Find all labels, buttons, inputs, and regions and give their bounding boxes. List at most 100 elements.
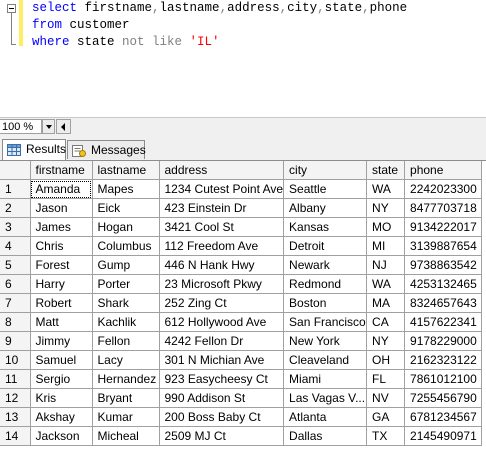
- cell-firstname[interactable]: Amanda: [30, 179, 93, 199]
- cell-firstname[interactable]: Robert: [30, 293, 93, 313]
- cell-state[interactable]: GA: [366, 407, 406, 427]
- cell-lastname[interactable]: Gump: [92, 255, 160, 275]
- cell-city[interactable]: Newark: [283, 255, 368, 275]
- cell-phone[interactable]: 8324657643: [404, 293, 483, 313]
- cell-phone[interactable]: 7861012100: [404, 369, 483, 389]
- cell-lastname[interactable]: Eick: [92, 198, 160, 218]
- cell-firstname[interactable]: Samuel: [30, 350, 93, 370]
- table-row[interactable]: 2 Jason Eick 423 Einstein Dr Albany NY 8477703…: [0, 198, 483, 218]
- cell-firstname[interactable]: Jimmy: [30, 331, 93, 351]
- cell-state[interactable]: FL: [366, 369, 406, 389]
- table-row[interactable]: 7 Robert Shark 252 Zing Ct Boston MA 832465764…: [0, 293, 483, 313]
- table-row[interactable]: 11 Sergio Hernandez 923 Easycheesy Ct Miami F…: [0, 369, 483, 389]
- row-number[interactable]: 9: [0, 331, 31, 351]
- cell-state[interactable]: NJ: [366, 255, 406, 275]
- cell-address[interactable]: 2509 MJ Ct: [159, 426, 285, 446]
- cell-firstname[interactable]: Jason: [30, 198, 93, 218]
- row-number[interactable]: 7: [0, 293, 31, 313]
- cell-state[interactable]: WA: [366, 179, 406, 199]
- row-number[interactable]: 4: [0, 236, 31, 256]
- cell-lastname[interactable]: Porter: [92, 274, 160, 294]
- cell-state[interactable]: MA: [366, 293, 406, 313]
- cell-state[interactable]: WA: [366, 274, 406, 294]
- cell-phone[interactable]: 2242023300: [404, 179, 483, 199]
- cell-address[interactable]: 612 Hollywood Ave: [159, 312, 285, 332]
- cell-phone[interactable]: 2162323122: [404, 350, 483, 370]
- cell-lastname[interactable]: Micheal: [92, 426, 160, 446]
- column-header-phone[interactable]: phone: [404, 161, 483, 180]
- cell-phone[interactable]: 4157622341: [404, 312, 483, 332]
- cell-address[interactable]: 252 Zing Ct: [159, 293, 285, 313]
- cell-city[interactable]: Dallas: [283, 426, 368, 446]
- row-number[interactable]: 13: [0, 407, 31, 427]
- tab-results[interactable]: Results: [2, 139, 66, 160]
- cell-state[interactable]: TX: [366, 426, 406, 446]
- cell-state[interactable]: OH: [366, 350, 406, 370]
- cell-address[interactable]: 200 Boss Baby Ct: [159, 407, 285, 427]
- cell-city[interactable]: Detroit: [283, 236, 368, 256]
- cell-address[interactable]: 446 N Hank Hwy: [159, 255, 285, 275]
- cell-state[interactable]: MI: [366, 236, 406, 256]
- scroll-left-arrow-icon[interactable]: [56, 119, 71, 134]
- cell-city[interactable]: Miami: [283, 369, 368, 389]
- cell-address[interactable]: 423 Einstein Dr: [159, 198, 285, 218]
- cell-state[interactable]: NY: [366, 198, 406, 218]
- cell-lastname[interactable]: Hogan: [92, 217, 160, 237]
- cell-address[interactable]: 1234 Cutest Point Ave: [159, 179, 285, 199]
- cell-city[interactable]: Cleaveland: [283, 350, 368, 370]
- cell-lastname[interactable]: Hernandez: [92, 369, 160, 389]
- table-row[interactable]: 6 Harry Porter 23 Microsoft Pkwy Redmond WA 42…: [0, 274, 483, 294]
- column-header-state[interactable]: state: [366, 161, 406, 180]
- column-header-lastname[interactable]: lastname: [92, 161, 160, 180]
- cell-phone[interactable]: 9134222017: [404, 217, 483, 237]
- row-number[interactable]: 6: [0, 274, 31, 294]
- cell-lastname[interactable]: Kumar: [92, 407, 160, 427]
- cell-firstname[interactable]: James: [30, 217, 93, 237]
- cell-city[interactable]: San Francisco: [283, 312, 368, 332]
- cell-city[interactable]: Las Vagas V...: [283, 388, 368, 408]
- cell-lastname[interactable]: Kachlik: [92, 312, 160, 332]
- row-number[interactable]: 1: [0, 179, 31, 199]
- row-number[interactable]: 14: [0, 426, 31, 446]
- table-row[interactable]: 10 Samuel Lacy 301 N Michian Ave Cleaveland O…: [0, 350, 483, 370]
- cell-firstname[interactable]: Chris: [30, 236, 93, 256]
- zoom-select[interactable]: 100 %: [0, 119, 42, 134]
- cell-phone[interactable]: 9178229000: [404, 331, 483, 351]
- cell-city[interactable]: Kansas: [283, 217, 368, 237]
- cell-phone[interactable]: 9738863542: [404, 255, 483, 275]
- table-row[interactable]: 12 Kris Bryant 990 Addison St Las Vagas V...…: [0, 388, 483, 408]
- table-row[interactable]: 4 Chris Columbus 112 Freedom Ave Detroit MI 31…: [0, 236, 483, 256]
- cell-firstname[interactable]: Matt: [30, 312, 93, 332]
- cell-phone[interactable]: 3139887654: [404, 236, 483, 256]
- cell-phone[interactable]: 4253132465: [404, 274, 483, 294]
- row-number[interactable]: 12: [0, 388, 31, 408]
- cell-address[interactable]: 301 N Michian Ave: [159, 350, 285, 370]
- sql-code[interactable]: select firstname,lastname,address,city,s…: [32, 0, 407, 51]
- cell-lastname[interactable]: Fellon: [92, 331, 160, 351]
- cell-state[interactable]: MO: [366, 217, 406, 237]
- query-editor[interactable]: select firstname,lastname,address,city,s…: [0, 0, 486, 117]
- table-row[interactable]: 8 Matt Kachlik 612 Hollywood Ave San Francis…: [0, 312, 483, 332]
- row-number[interactable]: 2: [0, 198, 31, 218]
- cell-address[interactable]: 990 Addison St: [159, 388, 285, 408]
- cell-lastname[interactable]: Shark: [92, 293, 160, 313]
- row-number[interactable]: 5: [0, 255, 31, 275]
- cell-city[interactable]: Redmond: [283, 274, 368, 294]
- collapse-toggle-icon[interactable]: [7, 4, 16, 13]
- cell-phone[interactable]: 6781234567: [404, 407, 483, 427]
- cell-city[interactable]: New York: [283, 331, 368, 351]
- grid-corner-cell[interactable]: [0, 161, 31, 180]
- zoom-dropdown-arrow-icon[interactable]: [42, 119, 55, 134]
- table-row[interactable]: 13 Akshay Kumar 200 Boss Baby Ct Atlanta GA 67…: [0, 407, 483, 427]
- cell-firstname[interactable]: Jackson: [30, 426, 93, 446]
- cell-address[interactable]: 3421 Cool St: [159, 217, 285, 237]
- cell-firstname[interactable]: Harry: [30, 274, 93, 294]
- cell-city[interactable]: Boston: [283, 293, 368, 313]
- table-row[interactable]: 9 Jimmy Fellon 4242 Fellon Dr New York NY 9178…: [0, 331, 483, 351]
- table-row[interactable]: 3 James Hogan 3421 Cool St Kansas MO 913422201…: [0, 217, 483, 237]
- table-row[interactable]: 5 Forest Gump 446 N Hank Hwy Newark NJ 9738863…: [0, 255, 483, 275]
- cell-address[interactable]: 112 Freedom Ave: [159, 236, 285, 256]
- cell-firstname[interactable]: Sergio: [30, 369, 93, 389]
- row-number[interactable]: 11: [0, 369, 31, 389]
- cell-firstname[interactable]: Kris: [30, 388, 93, 408]
